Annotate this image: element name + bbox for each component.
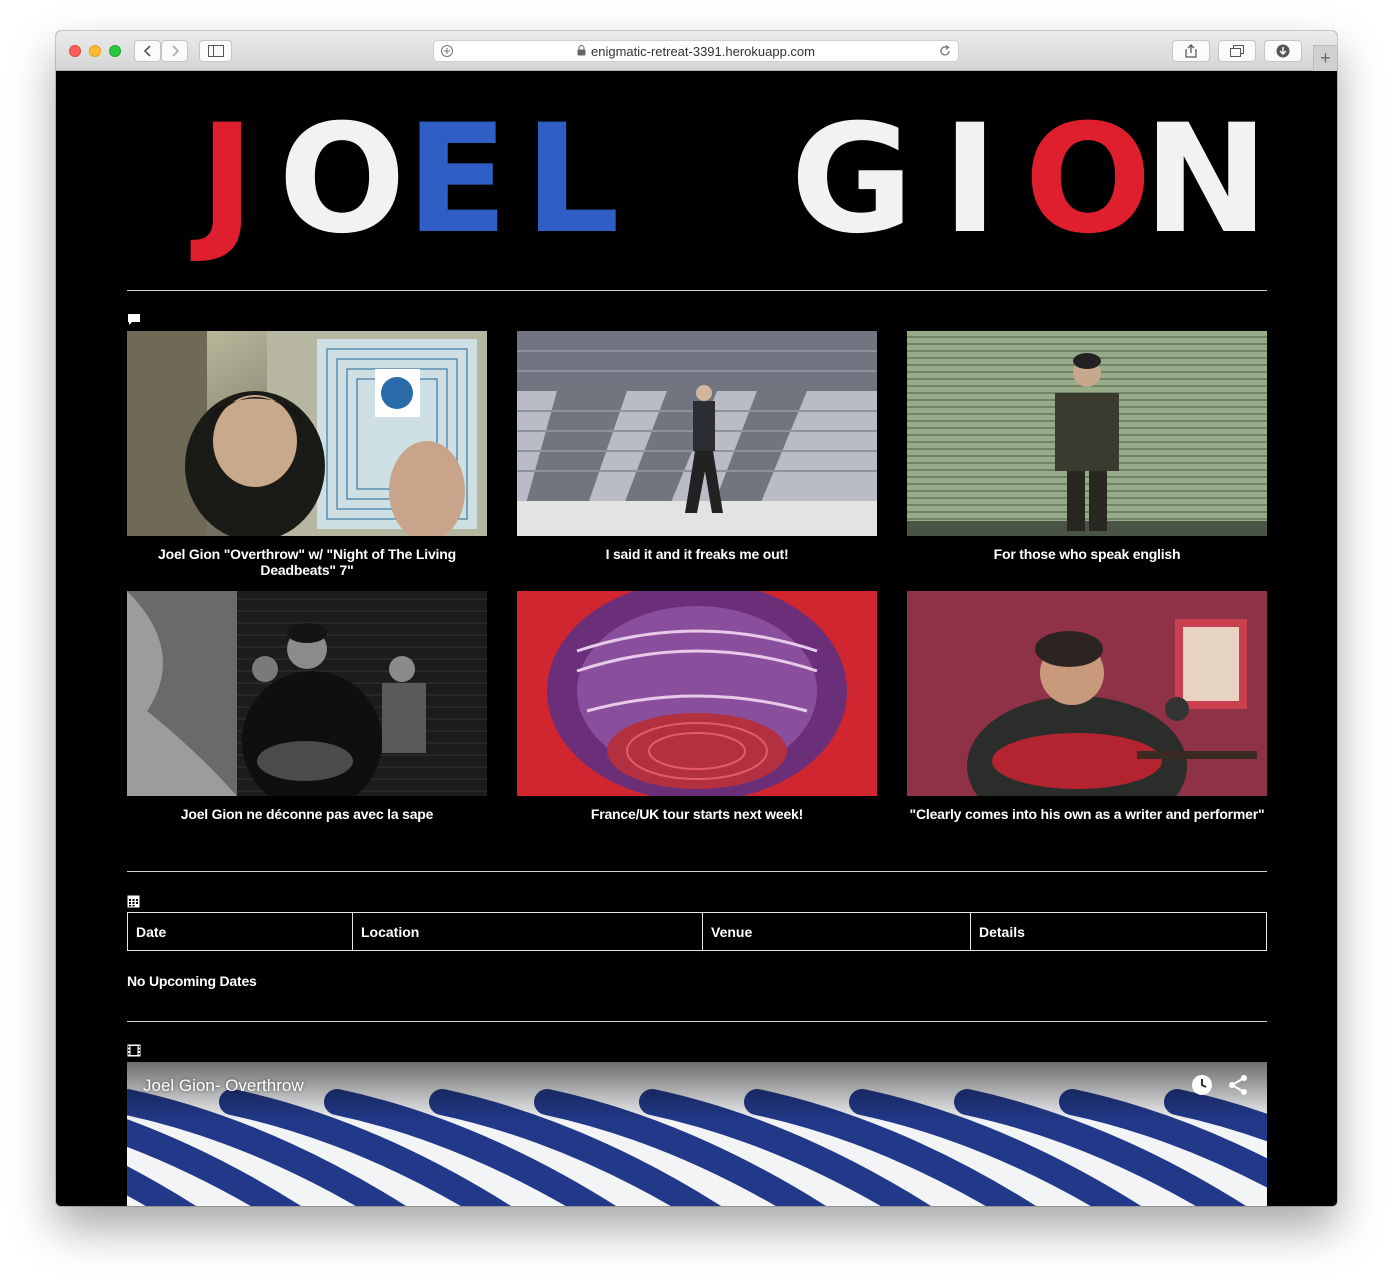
column-header-date: Date	[127, 912, 353, 951]
sidebar-icon	[207, 45, 224, 57]
forward-button[interactable]	[161, 40, 188, 62]
page-viewport: JOELGION Joel Gion "Overthrow" w/ "Night…	[56, 71, 1337, 1206]
browser-toolbar: enigmatic-retreat-3391.herokuapp.com +	[56, 31, 1337, 71]
banner-letter: L	[524, 93, 620, 267]
news-caption[interactable]: France/UK tour starts next week!	[517, 806, 877, 822]
news-item[interactable]: France/UK tour starts next week!	[517, 591, 877, 822]
news-item[interactable]: Joel Gion ne déconne pas avec la sape	[127, 591, 487, 822]
film-icon	[127, 1044, 141, 1062]
banner-letter: O	[1024, 93, 1152, 267]
banner-letter: G	[790, 93, 913, 267]
back-icon	[143, 45, 151, 57]
share-icon	[1185, 44, 1197, 58]
forward-icon	[171, 45, 179, 57]
joel-gion-logo: J O E L G I ON	[190, 93, 1269, 267]
zoom-window-button[interactable]	[109, 45, 121, 57]
minimize-window-button[interactable]	[89, 45, 101, 57]
lock-icon	[577, 44, 586, 59]
plus-circle-icon[interactable]	[440, 44, 454, 61]
no-dates-message: No Upcoming Dates	[127, 973, 257, 989]
tabs-button[interactable]	[1218, 40, 1256, 62]
news-item[interactable]: Joel Gion "Overthrow" w/ "Night of The L…	[127, 331, 487, 578]
news-item[interactable]: "Clearly comes into his own as a writer …	[907, 591, 1267, 822]
news-thumbnail[interactable]	[907, 591, 1267, 796]
news-thumbnail[interactable]	[127, 591, 487, 796]
back-button[interactable]	[134, 40, 161, 62]
share-button[interactable]	[1172, 40, 1210, 62]
news-caption[interactable]: I said it and it freaks me out!	[517, 546, 877, 562]
download-icon	[1276, 44, 1290, 58]
reload-icon[interactable]	[938, 44, 952, 61]
news-caption[interactable]: "Clearly comes into his own as a writer …	[907, 806, 1267, 822]
news-thumbnail[interactable]	[517, 331, 877, 536]
banner-letter: E	[406, 93, 508, 267]
download-button[interactable]	[1264, 40, 1302, 62]
column-header-location: Location	[352, 912, 703, 951]
banner-letter: I	[942, 93, 998, 267]
banner-letter: J	[190, 93, 255, 267]
address-bar[interactable]: enigmatic-retreat-3391.herokuapp.com	[433, 40, 959, 62]
news-item[interactable]: For those who speak english	[907, 331, 1267, 562]
share-icon[interactable]	[1227, 1074, 1249, 1101]
news-thumbnail[interactable]	[127, 331, 487, 536]
section-divider	[127, 290, 1267, 291]
news-caption[interactable]: For those who speak english	[907, 546, 1267, 562]
news-caption[interactable]: Joel Gion "Overthrow" w/ "Night of The L…	[127, 546, 487, 578]
site-banner: JOELGION	[127, 71, 1269, 271]
banner-letter: N	[1143, 93, 1267, 267]
comment-icon	[127, 313, 141, 331]
news-caption[interactable]: Joel Gion ne déconne pas avec la sape	[127, 806, 487, 822]
browser-window: enigmatic-retreat-3391.herokuapp.com + J…	[56, 31, 1337, 1206]
news-item[interactable]: I said it and it freaks me out!	[517, 331, 877, 562]
video-title[interactable]: Joel Gion- Overthrow	[143, 1076, 304, 1096]
calendar-icon	[127, 894, 140, 913]
table-header-row: Date Location Venue Details	[127, 912, 1267, 951]
video-controls	[1191, 1074, 1249, 1101]
news-thumbnail[interactable]	[907, 331, 1267, 536]
tabs-icon	[1230, 45, 1244, 57]
watch-later-icon[interactable]	[1191, 1074, 1213, 1101]
new-tab-icon[interactable]: +	[1313, 45, 1337, 71]
video-player[interactable]: Joel Gion- Overthrow	[127, 1062, 1267, 1206]
column-header-venue: Venue	[702, 912, 971, 951]
news-thumbnail[interactable]	[517, 591, 877, 796]
section-divider	[127, 1021, 1267, 1022]
column-header-details: Details	[970, 912, 1267, 951]
banner-letter: O	[278, 93, 406, 267]
section-divider	[127, 871, 1267, 872]
sidebar-button[interactable]	[199, 40, 232, 62]
tour-dates-table: Date Location Venue Details	[127, 912, 1267, 951]
close-window-button[interactable]	[69, 45, 81, 57]
url-text: enigmatic-retreat-3391.herokuapp.com	[590, 43, 815, 59]
